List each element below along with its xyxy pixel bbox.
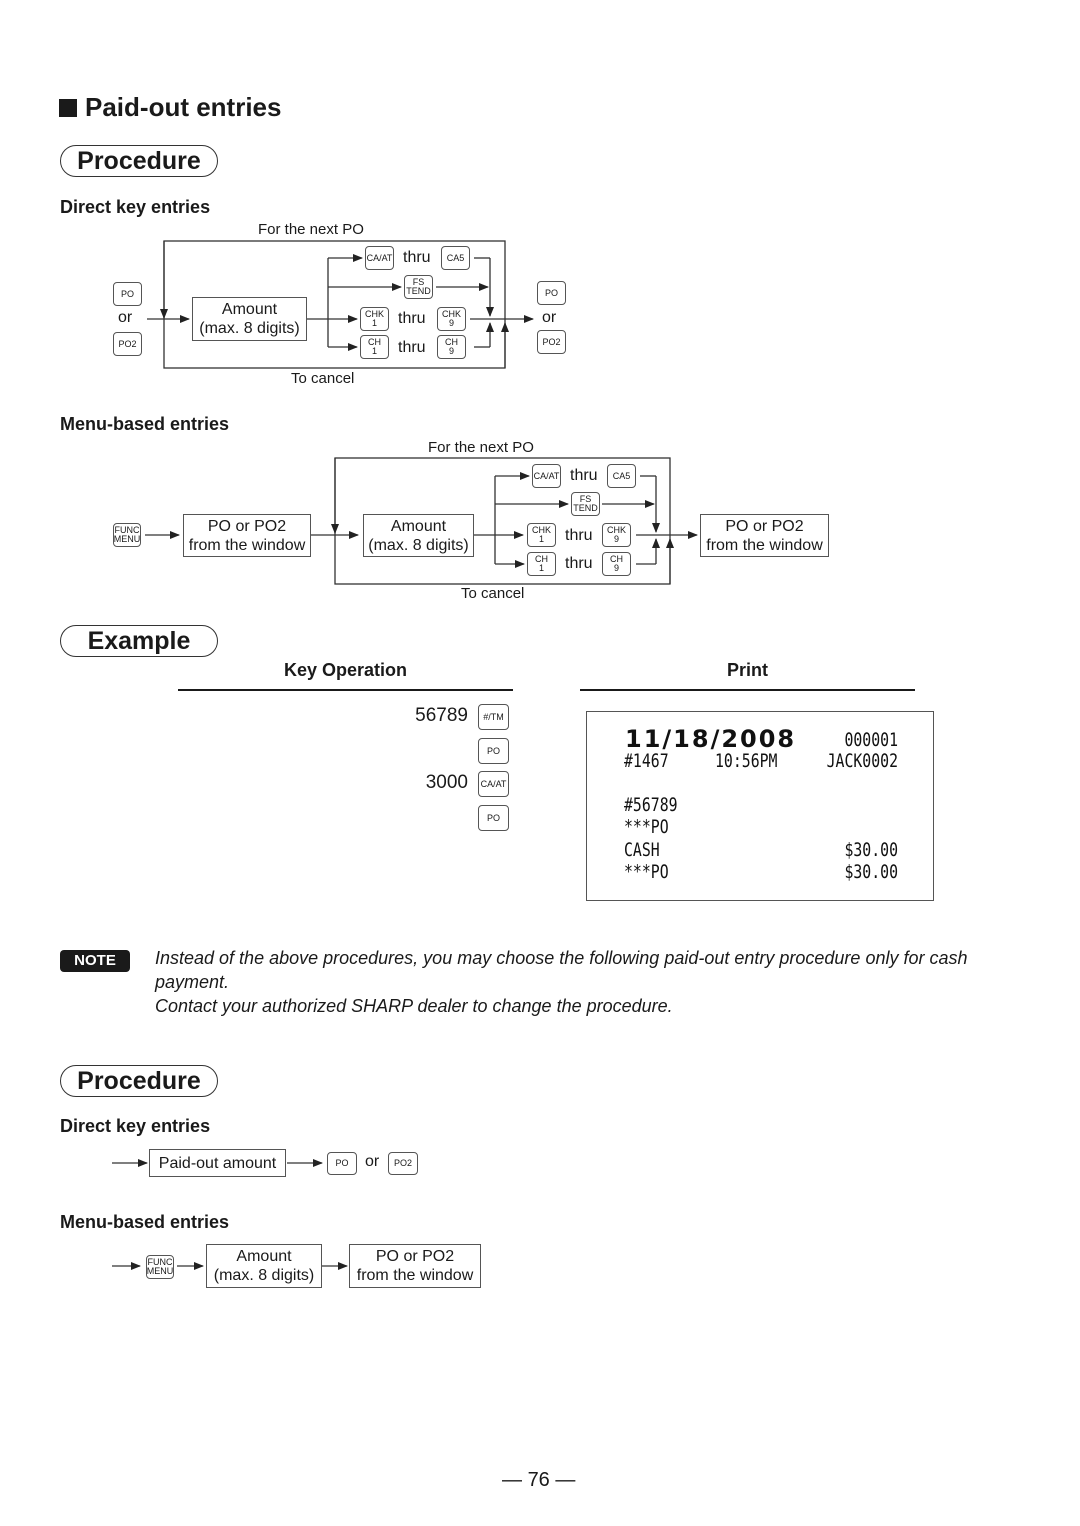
note-badge: NOTE [60, 950, 130, 972]
amount-box: Amount (max. 8 digits) [192, 297, 307, 341]
key-chk1[interactable]: CHK 1 [527, 523, 556, 547]
key-ch9[interactable]: CH 9 [602, 552, 631, 576]
key-ca-at[interactable]: CA/AT [365, 246, 394, 270]
thru-label: thru [403, 249, 431, 266]
key-chk9[interactable]: CHK 9 [437, 307, 466, 331]
print-rule [580, 689, 915, 691]
print-header: Print [726, 660, 768, 680]
thru-label: thru [570, 467, 598, 484]
or-label: or [118, 309, 133, 326]
key-fs-tend[interactable]: FS TEND [571, 492, 600, 516]
or-label: or [542, 309, 557, 326]
window-select-box-end: PO or PO2 from the window [700, 514, 829, 557]
thru-label: thru [565, 527, 593, 544]
receipt-line-left: CASH [624, 839, 660, 861]
loop-label-next-po: For the next PO [258, 221, 364, 238]
loop-label-cancel: To cancel [461, 585, 525, 602]
key-op-number: 56789 [415, 705, 468, 726]
thru-label: thru [398, 310, 426, 327]
key-ca-at[interactable]: CA/AT [532, 464, 561, 488]
key-tm[interactable]: #/TM [478, 704, 509, 730]
receipt-line-left: #56789 [624, 794, 678, 816]
key-chk1[interactable]: CHK 1 [360, 307, 389, 331]
key-func-menu[interactable]: FUNC MENU [113, 523, 141, 547]
page-number: — 76 — [502, 1469, 576, 1491]
key-ca-at[interactable]: CA/AT [478, 771, 509, 797]
key-po2[interactable]: PO2 [113, 332, 142, 356]
key-ca5[interactable]: CA5 [607, 464, 636, 488]
receipt-clerk: JACK0002 [826, 750, 898, 772]
receipt-line-left: ***PO [624, 861, 669, 883]
key-po-end[interactable]: PO [537, 281, 566, 305]
receipt-time: 10:56PM [715, 750, 778, 772]
key-ch9[interactable]: CH 9 [437, 335, 466, 359]
section-title-text: Paid-out entries [85, 92, 282, 122]
direct-key-heading: Direct key entries [60, 1116, 211, 1136]
loop-label-next-po: For the next PO [428, 439, 534, 456]
thru-label: thru [398, 339, 426, 356]
example-pill: Example [60, 625, 218, 657]
receipt-line-right: $30.00 [844, 861, 898, 883]
key-chk9[interactable]: CHK 9 [602, 523, 631, 547]
section-square-icon [59, 98, 77, 117]
note-text: Instead of the above procedures, you may… [155, 948, 968, 1016]
receipt-machine-no: #1467 [624, 750, 669, 772]
key-po[interactable]: PO [478, 738, 509, 764]
window-select-box: PO or PO2 from the window [183, 514, 311, 557]
or-label: or [365, 1153, 380, 1170]
key-po[interactable]: PO [113, 282, 142, 306]
procedure-pill: Procedure [60, 145, 218, 177]
key-operation-rule [178, 689, 513, 691]
receipt-line-left: ***PO [624, 816, 669, 838]
key-ca5[interactable]: CA5 [441, 246, 470, 270]
key-ch1[interactable]: CH 1 [360, 335, 389, 359]
window-select-box: PO or PO2 from the window [349, 1244, 481, 1288]
key-po[interactable]: PO [327, 1152, 357, 1175]
key-op-number: 3000 [425, 772, 468, 793]
receipt-consecutive-no: 000001 [844, 729, 898, 751]
key-po[interactable]: PO [478, 805, 509, 831]
loop-label-cancel: To cancel [291, 370, 355, 387]
direct-key-heading: Direct key entries [60, 197, 211, 217]
key-fs-tend[interactable]: FS TEND [404, 275, 433, 299]
menu-based-heading: Menu-based entries [60, 1212, 230, 1232]
amount-box: Amount (max. 8 digits) [206, 1244, 322, 1288]
menu-based-heading: Menu-based entries [60, 414, 230, 434]
key-ch1[interactable]: CH 1 [527, 552, 556, 576]
section-title: Paid-out entries [59, 92, 281, 123]
key-po2[interactable]: PO2 [388, 1152, 418, 1175]
receipt-line-right: $30.00 [844, 839, 898, 861]
key-func-menu[interactable]: FUNC MENU [146, 1255, 174, 1279]
key-po2-end[interactable]: PO2 [537, 330, 566, 354]
procedure-pill: Procedure [60, 1065, 218, 1097]
amount-box: Amount (max. 8 digits) [363, 514, 474, 557]
key-operation-header: Key Operation [283, 660, 408, 680]
receipt-date: 11/18/2008 [625, 725, 797, 753]
thru-label: thru [565, 555, 593, 572]
paid-out-amount-box: Paid-out amount [149, 1149, 286, 1177]
